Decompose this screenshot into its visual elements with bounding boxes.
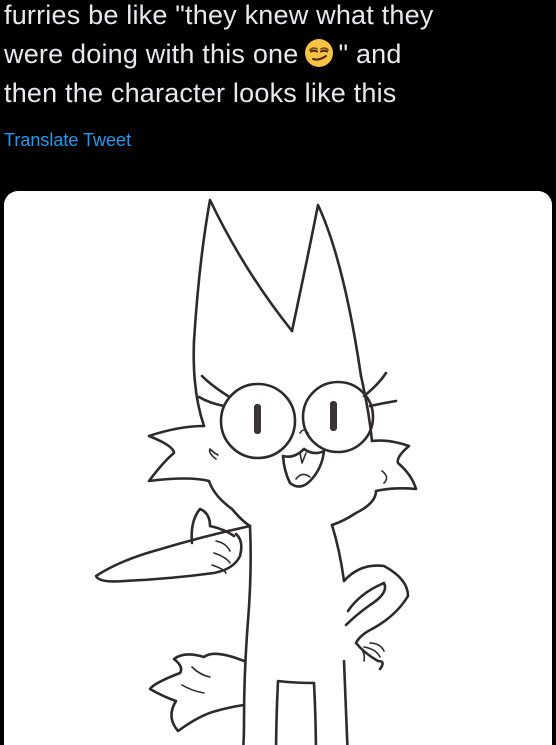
torso-right [330, 523, 346, 583]
leg-inner [274, 679, 318, 745]
cheek-tuft-left [208, 448, 219, 460]
tweet-text: furries be like "they knew what they wer… [4, 0, 552, 113]
cheek-fluff-left [147, 424, 234, 511]
fang [299, 452, 307, 464]
leg-right [342, 659, 349, 745]
tweet: furries be like "they knew what they wer… [0, 0, 556, 745]
hand-fingers [355, 642, 385, 662]
nose [299, 429, 309, 434]
tail [148, 652, 246, 733]
translate-tweet-link[interactable]: Translate Tweet [4, 129, 131, 151]
tweet-text-line-1: furries be like "they knew what they [4, 0, 434, 30]
left-lashes [197, 374, 230, 408]
tail-fluff-lines [181, 666, 211, 694]
mouth [281, 447, 326, 488]
tweet-text-line-3: then the character looks like this [4, 78, 397, 108]
tweet-media-image[interactable] [4, 191, 552, 745]
fox-character-drawing [94, 198, 418, 745]
tweet-text-line-2-start: were doing with this one [4, 39, 299, 69]
chest-left [230, 507, 252, 528]
tongue [295, 473, 311, 480]
right-pupil [330, 401, 337, 431]
right-ear [290, 203, 363, 378]
torso-left [242, 524, 252, 745]
tweet-text-line-2-end: " and [338, 39, 402, 69]
right-eye [301, 380, 375, 454]
cheek-tuft-right [381, 470, 388, 484]
tweet-text-line-2: were doing with this one " and [4, 35, 552, 74]
head-left-side [192, 339, 206, 428]
chest-right [330, 511, 358, 527]
left-ear [192, 198, 294, 343]
hip-arm-inner [344, 581, 387, 627]
left-pupil [254, 404, 261, 434]
smirking-face-emoji-icon [305, 39, 334, 67]
thumbs-up-arm [94, 524, 252, 583]
